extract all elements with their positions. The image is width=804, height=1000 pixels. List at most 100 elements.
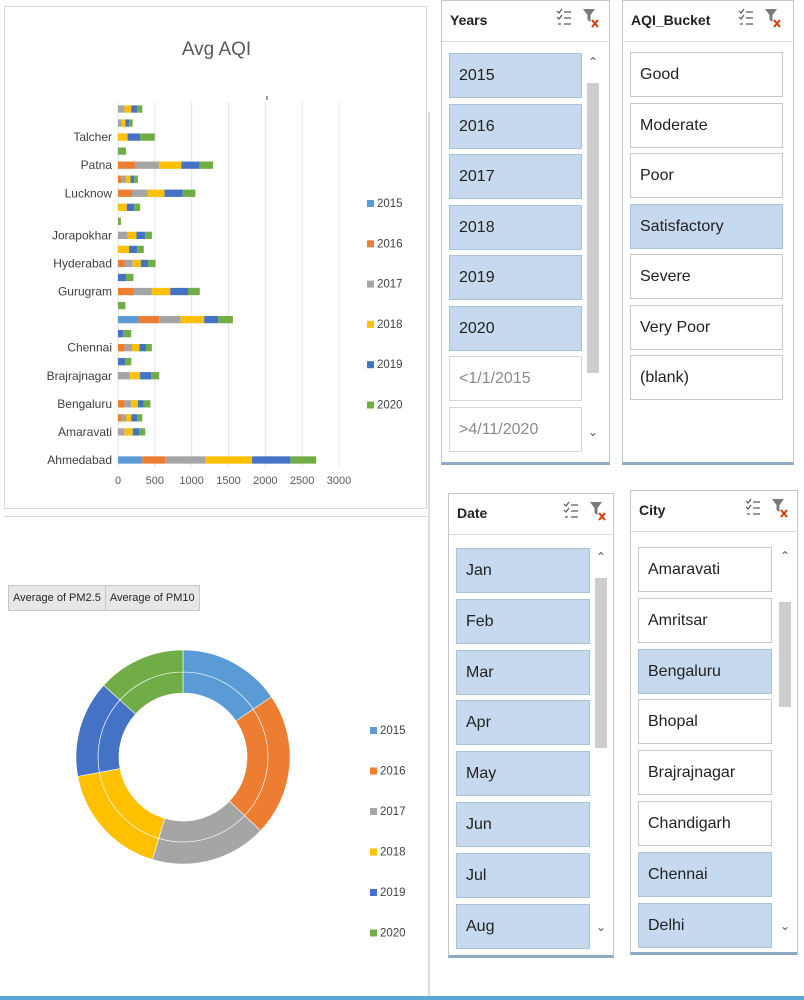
slicer-item[interactable]: 2020 [449,305,582,351]
legend-label[interactable]: 2016 [377,238,403,250]
slicer-item[interactable]: Bengaluru [638,648,772,694]
bar-segment[interactable] [127,133,141,141]
legend-label[interactable]: 2015 [380,725,406,737]
scroll-thumb[interactable] [595,578,607,748]
bar-segment[interactable] [140,259,149,268]
bar-segment[interactable] [134,203,141,211]
bar-segment[interactable] [143,400,151,408]
legend-label[interactable]: 2019 [377,359,403,371]
slicer-item[interactable]: Apr [456,700,590,746]
city-slicer[interactable]: City Amaravati Amritsar Bengaluru Bhopal Bra… [630,490,798,955]
legend-label[interactable]: 2017 [380,806,406,818]
bar-segment[interactable] [129,245,138,254]
bar-segment[interactable] [118,105,125,113]
bar-segment[interactable] [124,400,132,408]
slicer-item[interactable]: (blank) [630,355,783,400]
legend-label[interactable]: 2017 [377,279,403,291]
aqi-bucket-slicer[interactable]: AQI_Bucket Good Moderate Poor Satisfactory S… [622,0,794,465]
slicer-item[interactable]: Jul [456,852,590,898]
bar-segment[interactable] [170,287,188,296]
slicer-item[interactable]: Satisfactory [630,203,783,249]
bar-segment[interactable] [137,245,144,254]
avg-aqi-chart[interactable]: Avg AQI 0 500 1000 1500 2000 2500 3000 Ahmedaba… [4,6,427,509]
bar-segment[interactable] [252,456,291,464]
legend-label[interactable]: 2020 [377,400,403,412]
bar-segment[interactable] [118,358,126,366]
bar-segment[interactable] [118,287,134,296]
clear-filter-icon[interactable] [764,7,784,31]
bar-segment[interactable] [131,414,138,422]
bar-segment[interactable] [132,259,141,268]
bar-segment[interactable] [118,231,128,240]
slicer-item[interactable]: Brajrajnagar [638,750,772,796]
slicer-item[interactable]: Jun [456,802,590,847]
slicer-item[interactable]: Mar [456,649,590,695]
bar-segment[interactable] [118,273,127,282]
bar-segment[interactable] [127,231,137,240]
slicer-item[interactable]: Feb [456,598,590,644]
bar-segment[interactable] [137,400,144,408]
bar-segment[interactable] [137,414,143,422]
bar-segment[interactable] [124,105,132,113]
scroll-down-icon[interactable]: ⌄ [592,920,610,934]
slicer-scrollbar[interactable]: ⌃ ⌄ [592,548,610,940]
bar-segment[interactable] [124,344,132,352]
bar-segment[interactable] [118,147,127,155]
slicer-scrollbar[interactable]: ⌃ ⌄ [584,53,602,445]
bar-segment[interactable] [118,189,132,197]
slicer-item[interactable]: 2019 [449,255,582,300]
legend-label[interactable]: 2020 [380,928,406,940]
slicer-item[interactable]: May [456,751,590,797]
slicer-item[interactable]: Amaravati [638,547,772,592]
bar-segment[interactable] [118,344,125,352]
scroll-down-icon[interactable]: ⌄ [584,425,602,439]
date-slicer[interactable]: Date Jan Feb Mar Apr May Jun Jul Aug ⌃ ⌄ [448,493,614,958]
multi-select-icon[interactable] [562,500,582,524]
bar-segment[interactable] [151,287,171,296]
bar-segment[interactable] [118,400,125,408]
slicer-item[interactable]: Moderate [630,102,783,148]
bar-segment[interactable] [126,203,135,211]
bar-segment[interactable] [130,175,135,183]
bar-segment[interactable] [118,372,130,380]
bar-segment[interactable] [118,161,135,169]
bar-segment[interactable] [148,259,156,268]
bar-segment[interactable] [126,175,131,183]
bar-segment[interactable] [131,344,140,352]
scroll-thumb[interactable] [587,83,599,373]
slicer-scrollbar[interactable]: ⌃ ⌄ [776,547,794,939]
slicer-item[interactable]: 2018 [449,204,582,250]
bar-segment[interactable] [140,372,152,380]
slicer-item[interactable]: Bhopal [638,699,772,745]
slicer-item[interactable]: 2015 [449,53,582,98]
bar-segment[interactable] [118,245,130,254]
bar-segment[interactable] [121,175,127,183]
bar-segment[interactable] [118,329,124,338]
bar-segment[interactable] [164,189,183,197]
bar-segment[interactable] [124,259,133,268]
scroll-thumb[interactable] [779,602,791,707]
legend-label[interactable]: 2016 [380,766,406,778]
bar-segment[interactable] [118,315,139,324]
bar-segment[interactable] [138,315,160,324]
slicer-item[interactable]: 2016 [449,103,582,149]
slicer-item[interactable]: Severe [630,254,783,299]
bar-segment[interactable] [118,414,122,422]
multi-select-icon[interactable] [744,497,764,521]
slicer-item[interactable]: Chandigarh [638,801,772,846]
bar-segment[interactable] [181,161,200,169]
bar-segment[interactable] [133,287,152,296]
slicer-item[interactable]: >4/11/2020 [449,406,582,452]
bar-segment[interactable] [290,456,317,464]
bar-segment[interactable] [118,175,122,183]
scroll-up-icon[interactable]: ⌃ [592,550,610,564]
scroll-up-icon[interactable]: ⌃ [584,55,602,69]
clear-filter-icon[interactable] [589,500,609,524]
bar-segment[interactable] [131,189,148,197]
bar-segment[interactable] [139,428,146,436]
slicer-item[interactable]: Delhi [638,902,772,948]
bar-segment[interactable] [199,161,214,169]
bar-segment[interactable] [121,119,126,127]
scroll-down-icon[interactable]: ⌄ [776,919,794,933]
bar-segment[interactable] [129,119,133,127]
